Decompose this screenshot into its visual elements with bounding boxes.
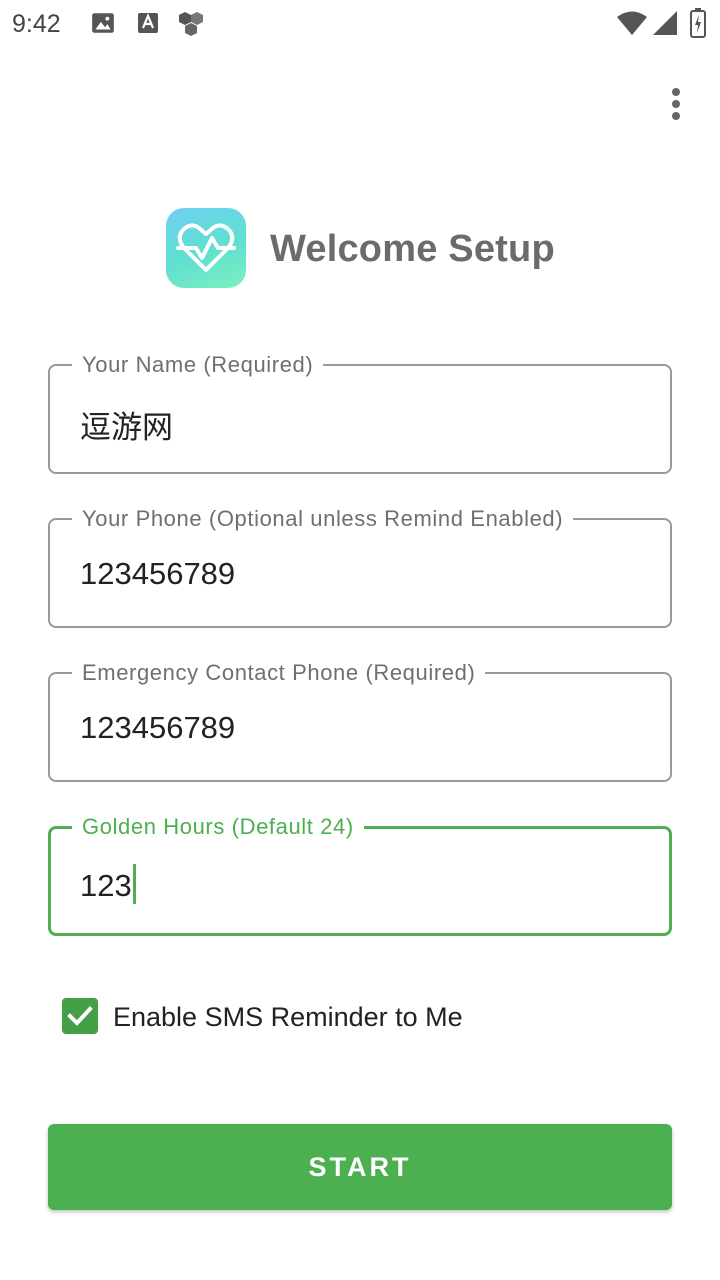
page-title: Welcome Setup: [270, 228, 555, 270]
name-field-label: Your Name (Required): [72, 352, 324, 378]
start-button[interactable]: START: [48, 1124, 672, 1210]
heart-pulse-icon: [166, 208, 246, 288]
emergency-contact-field[interactable]: Emergency Contact Phone (Required) 12345…: [48, 660, 672, 782]
check-icon: [67, 1006, 93, 1026]
phone-field-label: Your Phone (Optional unless Remind Enabl…: [72, 506, 574, 532]
golden-hours-field-value[interactable]: 123: [80, 864, 136, 904]
name-field-value[interactable]: 逗游网: [80, 402, 173, 447]
status-bar: 9:42: [0, 0, 720, 48]
battery-icon: [690, 8, 706, 43]
text-cursor: [132, 864, 136, 904]
signal-icon: [652, 10, 678, 41]
cube-icon: [176, 10, 206, 43]
phone-field-value[interactable]: 123456789: [80, 556, 235, 592]
wifi-icon: [616, 10, 648, 41]
sms-reminder-checkbox[interactable]: [62, 998, 98, 1034]
golden-hours-field-label: Golden Hours (Default 24): [72, 814, 364, 840]
sms-reminder-label[interactable]: Enable SMS Reminder to Me: [113, 1002, 463, 1033]
status-time: 9:42: [12, 10, 61, 38]
emergency-contact-field-label: Emergency Contact Phone (Required): [72, 660, 486, 686]
more-options-icon[interactable]: [660, 84, 692, 124]
a-icon: [136, 10, 160, 41]
image-icon: [90, 10, 116, 41]
golden-hours-field[interactable]: Golden Hours (Default 24) 123: [48, 814, 672, 936]
name-field[interactable]: Your Name (Required) 逗游网: [48, 352, 672, 474]
golden-hours-text: 123: [80, 868, 132, 903]
phone-field[interactable]: Your Phone (Optional unless Remind Enabl…: [48, 506, 672, 628]
emergency-contact-field-value[interactable]: 123456789: [80, 710, 235, 746]
